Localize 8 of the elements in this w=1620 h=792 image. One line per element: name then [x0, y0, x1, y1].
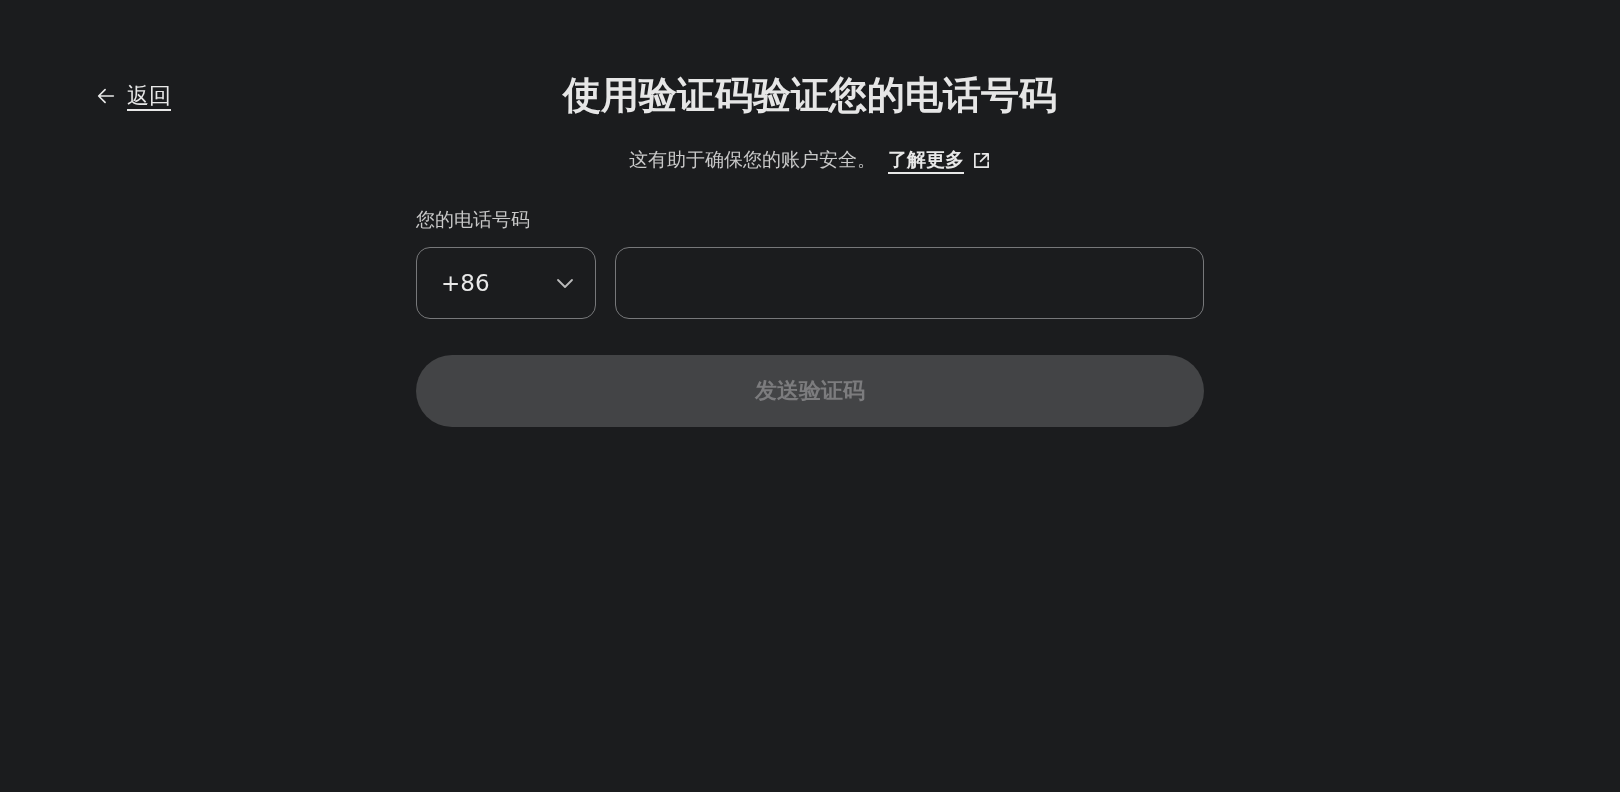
country-code-dropdown[interactable]: +86: [416, 247, 596, 319]
back-link[interactable]: 返回: [95, 80, 171, 111]
external-link-icon: [972, 150, 991, 170]
phone-number-field[interactable]: [615, 247, 1204, 319]
subtitle-text: 这有助于确保您的账户安全。: [629, 147, 876, 172]
phone-label: 您的电话号码: [416, 207, 531, 232]
learn-more-link[interactable]: 了解更多: [888, 147, 991, 173]
page-title: 使用验证码验证您的电话号码: [563, 72, 1057, 119]
